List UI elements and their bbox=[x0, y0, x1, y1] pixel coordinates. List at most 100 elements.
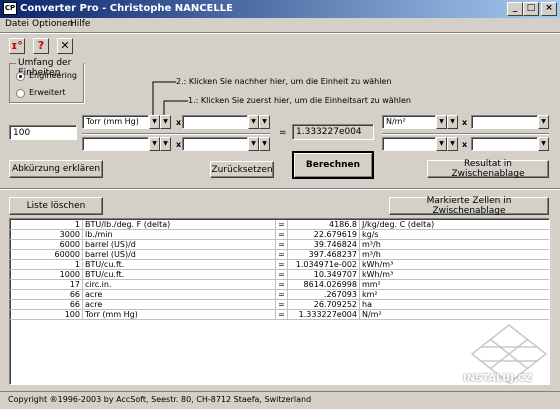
thermometer-icon[interactable]: ɪ° bbox=[9, 38, 25, 54]
abbrev-button[interactable]: Abkürzung erklären bbox=[9, 160, 103, 178]
calculate-button[interactable]: Berechnen bbox=[292, 151, 374, 179]
cell-unit[interactable]: BTU/cu.ft. bbox=[83, 270, 276, 280]
cell-equals[interactable]: = bbox=[276, 220, 288, 230]
radio-engineering[interactable] bbox=[16, 72, 25, 81]
left-unit-dropdown-icon[interactable]: ▼ bbox=[149, 115, 160, 129]
right-unit-dropdown-icon[interactable]: ▼ bbox=[436, 115, 447, 129]
table-row[interactable]: 1 BTU/cu.ft. = 1.034971e-002 kWh/m³ bbox=[10, 260, 549, 270]
cell-value[interactable]: 22.679619 bbox=[288, 230, 360, 240]
cell-result-unit[interactable]: J/kg/deg. C (delta) bbox=[360, 220, 549, 230]
marked-clipboard-button[interactable]: Markierte Zellen in Zwischenablage bbox=[389, 196, 549, 216]
cell-quantity[interactable]: 17 bbox=[10, 280, 83, 290]
left-denom2-combo[interactable]: ▼ ▼ bbox=[182, 137, 270, 151]
table-row[interactable]: 6000 barrel (US)/d = 39.746824 m³/h bbox=[10, 240, 549, 250]
cell-unit[interactable]: BTU/lb./deg. F (delta) bbox=[83, 220, 276, 230]
cell-value[interactable]: 39.746824 bbox=[288, 240, 360, 250]
results-table[interactable]: 1 BTU/lb./deg. F (delta) = 4186.8 J/kg/deg. … bbox=[9, 218, 550, 385]
pin-icon[interactable]: ? bbox=[33, 38, 49, 54]
left-unit-select[interactable]: Torr (mm Hg) bbox=[82, 115, 149, 129]
menu-datei[interactable]: Datei bbox=[5, 19, 29, 29]
cell-equals[interactable]: = bbox=[276, 240, 288, 250]
left-denom2-select[interactable] bbox=[182, 137, 248, 151]
cell-unit[interactable]: acre bbox=[83, 300, 276, 310]
right-denom2-combo[interactable]: ▼ bbox=[471, 137, 549, 151]
table-row[interactable]: 60000 barrel (US)/d = 397.468237 m³/h bbox=[10, 250, 549, 260]
table-row[interactable]: 66 acre = 26.709252 ha bbox=[10, 300, 549, 310]
cell-value[interactable]: 1.333227e004 bbox=[288, 310, 360, 320]
table-row[interactable]: 17 circ.in. = 8614.026998 mm² bbox=[10, 280, 549, 290]
cell-value[interactable]: 10.349707 bbox=[288, 270, 360, 280]
table-row[interactable]: 66 acre = .267093 km² bbox=[10, 290, 549, 300]
cell-quantity[interactable]: 60000 bbox=[10, 250, 83, 260]
cell-result-unit[interactable]: m³/h bbox=[360, 250, 549, 260]
cell-quantity[interactable]: 66 bbox=[10, 300, 83, 310]
cell-quantity[interactable]: 100 bbox=[10, 310, 83, 320]
left-factor-select[interactable] bbox=[182, 115, 248, 129]
left-unit-combo[interactable]: Torr (mm Hg) ▼ ▼ bbox=[82, 115, 172, 129]
cell-value[interactable]: 8614.026998 bbox=[288, 280, 360, 290]
cell-unit[interactable]: circ.in. bbox=[83, 280, 276, 290]
cell-result-unit[interactable]: kWh/m³ bbox=[360, 270, 549, 280]
close-x-icon[interactable]: ✕ bbox=[57, 38, 73, 54]
cell-result-unit[interactable]: mm² bbox=[360, 280, 549, 290]
cell-equals[interactable]: = bbox=[276, 310, 288, 320]
right-unittype-dropdown-icon[interactable]: ▼ bbox=[447, 115, 458, 129]
right-denom2-select[interactable] bbox=[471, 137, 538, 151]
cell-quantity[interactable]: 3000 bbox=[10, 230, 83, 240]
clear-list-button[interactable]: Liste löschen bbox=[9, 197, 103, 215]
table-row[interactable]: 1000 BTU/cu.ft. = 10.349707 kWh/m³ bbox=[10, 270, 549, 280]
right-denom-combo[interactable]: ▼ ▼ bbox=[382, 137, 458, 151]
cell-equals[interactable]: = bbox=[276, 280, 288, 290]
cell-unit[interactable]: Torr (mm Hg) bbox=[83, 310, 276, 320]
cell-result-unit[interactable]: kWh/m³ bbox=[360, 260, 549, 270]
cell-unit[interactable]: barrel (US)/d bbox=[83, 250, 276, 260]
table-row[interactable]: 100 Torr (mm Hg) = 1.333227e004 N/m² bbox=[10, 310, 549, 320]
cell-quantity[interactable]: 1 bbox=[10, 220, 83, 230]
cell-equals[interactable]: = bbox=[276, 290, 288, 300]
left-factor-combo[interactable]: ▼ ▼ bbox=[182, 115, 270, 129]
right-denom2-dropdown-icon[interactable]: ▼ bbox=[538, 137, 549, 151]
left-denom2-type-dropdown-icon[interactable]: ▼ bbox=[259, 137, 270, 151]
radio-erweitert[interactable] bbox=[16, 89, 25, 98]
left-denom-combo[interactable]: ▼ ▼ bbox=[82, 137, 172, 151]
cell-quantity[interactable]: 6000 bbox=[10, 240, 83, 250]
right-denom-select[interactable] bbox=[382, 137, 436, 151]
right-factor-combo[interactable]: ▼ bbox=[471, 115, 549, 129]
right-factor-select[interactable] bbox=[471, 115, 538, 129]
cell-unit[interactable]: barrel (US)/d bbox=[83, 240, 276, 250]
cell-equals[interactable]: = bbox=[276, 300, 288, 310]
cell-result-unit[interactable]: ha bbox=[360, 300, 549, 310]
table-row[interactable]: 3000 lb./min = 22.679619 kg/s bbox=[10, 230, 549, 240]
reset-button[interactable]: Zurücksetzen bbox=[210, 161, 274, 178]
cell-result-unit[interactable]: m³/h bbox=[360, 240, 549, 250]
cell-equals[interactable]: = bbox=[276, 270, 288, 280]
left-denom2-dropdown-icon[interactable]: ▼ bbox=[248, 137, 259, 151]
cell-value[interactable]: .267093 bbox=[288, 290, 360, 300]
minimize-button[interactable]: _ bbox=[507, 2, 523, 16]
maximize-button[interactable]: □ bbox=[523, 2, 539, 16]
cell-result-unit[interactable]: N/m² bbox=[360, 310, 549, 320]
cell-result-unit[interactable]: km² bbox=[360, 290, 549, 300]
cell-result-unit[interactable]: kg/s bbox=[360, 230, 549, 240]
right-denom-type-dropdown-icon[interactable]: ▼ bbox=[447, 137, 458, 151]
cell-value[interactable]: 26.709252 bbox=[288, 300, 360, 310]
cell-value[interactable]: 397.468237 bbox=[288, 250, 360, 260]
cell-equals[interactable]: = bbox=[276, 250, 288, 260]
cell-unit[interactable]: BTU/cu.ft. bbox=[83, 260, 276, 270]
cell-quantity[interactable]: 66 bbox=[10, 290, 83, 300]
right-unit-select[interactable]: N/m² bbox=[382, 115, 436, 129]
cell-unit[interactable]: lb./min bbox=[83, 230, 276, 240]
cell-equals[interactable]: = bbox=[276, 260, 288, 270]
cell-quantity[interactable]: 1 bbox=[10, 260, 83, 270]
left-factor-type-dropdown-icon[interactable]: ▼ bbox=[259, 115, 270, 129]
right-unit-combo[interactable]: N/m² ▼ ▼ bbox=[382, 115, 458, 129]
close-button[interactable]: × bbox=[541, 2, 557, 16]
cell-quantity[interactable]: 1000 bbox=[10, 270, 83, 280]
table-row[interactable]: 1 BTU/lb./deg. F (delta) = 4186.8 J/kg/deg. … bbox=[10, 220, 549, 230]
input-value[interactable]: 100 bbox=[9, 125, 77, 140]
left-denom-select[interactable] bbox=[82, 137, 149, 151]
cell-value[interactable]: 4186.8 bbox=[288, 220, 360, 230]
menu-hilfe[interactable]: Hilfe bbox=[70, 19, 90, 29]
right-factor-dropdown-icon[interactable]: ▼ bbox=[538, 115, 549, 129]
cell-value[interactable]: 1.034971e-002 bbox=[288, 260, 360, 270]
